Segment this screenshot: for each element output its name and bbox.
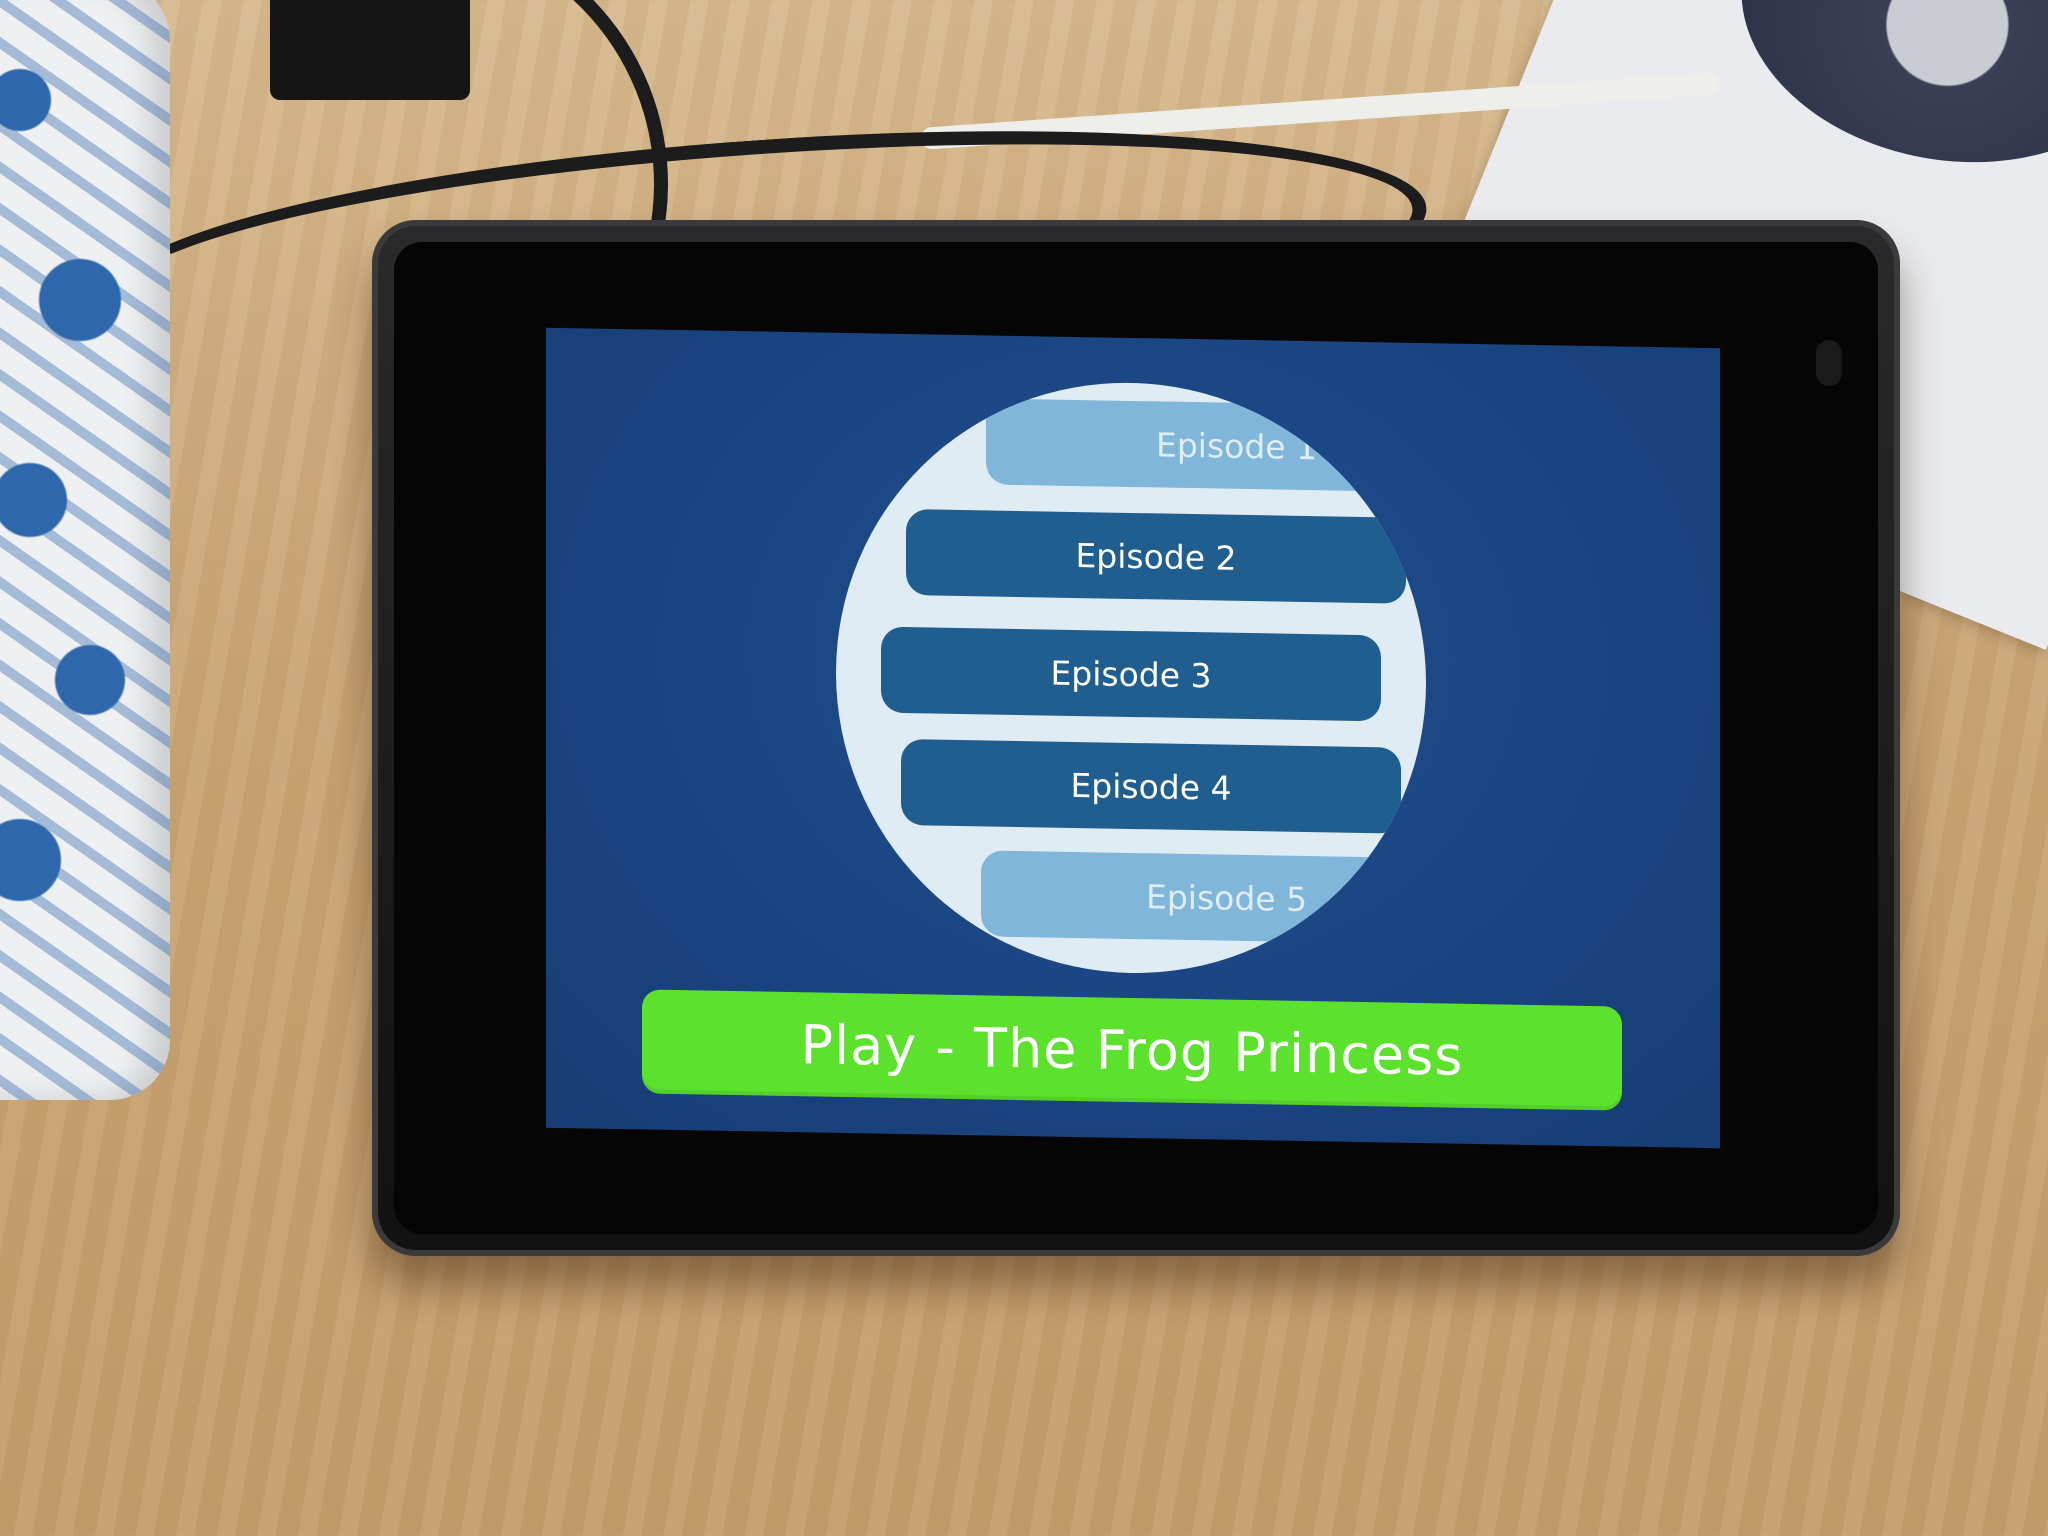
episode-item-5[interactable]: Episode 5 (981, 850, 1426, 945)
mug-pattern (0, 0, 170, 1100)
camera-icon (1816, 340, 1842, 386)
play-button-label: Play - The Frog Princess (800, 1012, 1464, 1088)
episode-label: Episode 3 (1050, 653, 1212, 695)
episode-item-4[interactable]: Episode 4 (901, 738, 1401, 834)
episode-item-3[interactable]: Episode 3 (881, 626, 1381, 722)
device-screen: Episode 1 Episode 2 Episode 3 Episode 4 … (546, 327, 1720, 1149)
episode-item-1[interactable]: Episode 1 (986, 398, 1426, 493)
episode-label: Episode 2 (1075, 535, 1237, 578)
episode-label: Episode 1 (1156, 424, 1318, 467)
play-button[interactable]: Play - The Frog Princess (642, 989, 1622, 1111)
background-charger (270, 0, 470, 100)
episode-label: Episode 5 (1146, 876, 1308, 919)
episode-roller[interactable]: Episode 1 Episode 2 Episode 3 Episode 4 … (836, 377, 1426, 979)
episode-item-2[interactable]: Episode 2 (906, 509, 1406, 604)
episode-label: Episode 4 (1070, 765, 1232, 808)
